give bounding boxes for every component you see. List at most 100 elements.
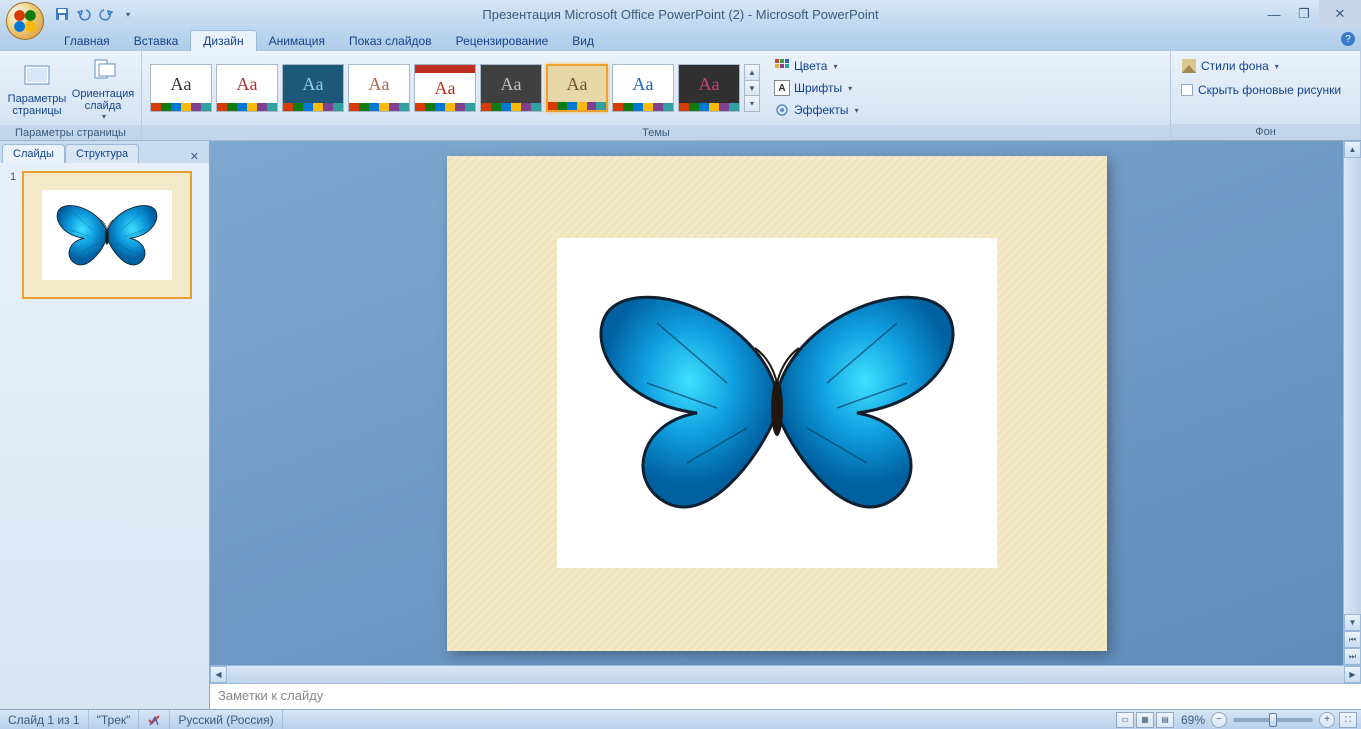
slide-thumbnail[interactable]: 1 bbox=[10, 171, 199, 299]
theme-colors-button[interactable]: Цвета▾ bbox=[770, 55, 863, 77]
checkbox-icon bbox=[1181, 84, 1193, 96]
hide-bg-label: Скрыть фоновые рисунки bbox=[1198, 83, 1341, 97]
tab-design[interactable]: Дизайн bbox=[190, 30, 256, 51]
theme-color-strip bbox=[679, 103, 739, 111]
fonts-label: Шрифты bbox=[794, 81, 842, 95]
slide-editor: ▲ ▼ ⏮ ⏭ ◀ ▶ Заметки к слайду bbox=[210, 141, 1361, 709]
view-sorter-button[interactable]: ▦ bbox=[1136, 712, 1154, 728]
theme-red[interactable]: Aa bbox=[216, 64, 278, 112]
hide-bg-graphics-checkbox[interactable]: Скрыть фоновые рисунки bbox=[1177, 79, 1345, 101]
zoom-slider[interactable] bbox=[1233, 718, 1313, 722]
tab-slideshow[interactable]: Показ слайдов bbox=[337, 31, 444, 51]
theme-preview-text: Aa bbox=[481, 65, 541, 103]
effects-label: Эффекты bbox=[794, 103, 849, 117]
page-setup-label: Параметры страницы bbox=[8, 93, 67, 117]
close-button[interactable]: ✕ bbox=[1319, 0, 1361, 28]
theme-preview-text: Aa bbox=[613, 65, 673, 103]
group-label-page-setup: Параметры страницы bbox=[0, 125, 141, 141]
zoom-out-button[interactable]: − bbox=[1211, 712, 1227, 728]
orientation-label: Ориентация слайда bbox=[72, 88, 134, 112]
scroll-track[interactable] bbox=[1344, 158, 1361, 614]
slide-orientation-button[interactable]: Ориентация слайда ▾ bbox=[72, 55, 134, 121]
theme-gallery: AaAaAaAaAaAaAaAaAa bbox=[150, 64, 740, 112]
thumbnails-area[interactable]: 1 bbox=[0, 163, 209, 709]
theme-office[interactable]: Aa bbox=[150, 64, 212, 112]
gallery-more-button[interactable]: ▾ bbox=[745, 96, 759, 111]
window-controls: — ❐ ✕ bbox=[1259, 0, 1361, 28]
theme-color-strip bbox=[283, 103, 343, 111]
gallery-up-button[interactable]: ▲ bbox=[745, 65, 759, 81]
theme-preview-text: Aa bbox=[415, 65, 475, 103]
theme-preview-text: Aa bbox=[217, 65, 277, 103]
main-area: Слайды Структура ✕ 1 ▲ bbox=[0, 141, 1361, 709]
horizontal-scrollbar[interactable]: ◀ ▶ bbox=[210, 665, 1361, 683]
slide-number: 1 bbox=[10, 171, 16, 299]
group-page-setup: Параметры страницы Ориентация слайда ▾ П… bbox=[0, 51, 142, 140]
page-setup-button[interactable]: Параметры страницы bbox=[6, 55, 68, 121]
slide-canvas[interactable] bbox=[210, 141, 1343, 665]
scroll-right-button[interactable]: ▶ bbox=[1344, 666, 1361, 683]
gallery-down-button[interactable]: ▼ bbox=[745, 81, 759, 97]
ribbon: Параметры страницы Ориентация слайда ▾ П… bbox=[0, 51, 1361, 141]
theme-magenta[interactable]: Aa bbox=[678, 64, 740, 112]
background-styles-button[interactable]: Стили фона▾ bbox=[1177, 55, 1283, 77]
tab-animation[interactable]: Анимация bbox=[257, 31, 337, 51]
tab-home[interactable]: Главная bbox=[52, 31, 122, 51]
status-bar: Слайд 1 из 1 "Трек" Русский (Россия) ▭ ▦… bbox=[0, 709, 1361, 729]
view-slideshow-button[interactable]: ▤ bbox=[1156, 712, 1174, 728]
status-theme-name: "Трек" bbox=[89, 710, 140, 729]
slides-panel: Слайды Структура ✕ 1 bbox=[0, 141, 210, 709]
theme-orange[interactable]: Aa bbox=[348, 64, 410, 112]
hscroll-track[interactable] bbox=[227, 666, 1344, 683]
theme-preview-text: Aa bbox=[349, 65, 409, 103]
theme-color-strip bbox=[349, 103, 409, 111]
office-button[interactable] bbox=[6, 2, 44, 40]
zoom-in-button[interactable]: + bbox=[1319, 712, 1335, 728]
zoom-percent[interactable]: 69% bbox=[1175, 713, 1211, 727]
theme-blue[interactable]: Aa bbox=[612, 64, 674, 112]
theme-color-strip bbox=[151, 103, 211, 111]
scroll-left-button[interactable]: ◀ bbox=[210, 666, 227, 683]
redo-button[interactable] bbox=[96, 4, 116, 24]
vertical-scrollbar[interactable]: ▲ ▼ ⏮ ⏭ bbox=[1343, 141, 1361, 665]
slide[interactable] bbox=[447, 156, 1107, 651]
prev-slide-button[interactable]: ⏮ bbox=[1344, 631, 1361, 648]
tab-insert[interactable]: Вставка bbox=[122, 31, 191, 51]
slides-panel-close[interactable]: ✕ bbox=[186, 150, 203, 163]
theme-preview-text: Aa bbox=[151, 65, 211, 103]
slide-image-placeholder[interactable] bbox=[557, 238, 997, 568]
theme-fonts-button[interactable]: A Шрифты▾ bbox=[770, 77, 863, 99]
theme-redtop[interactable]: Aa bbox=[414, 64, 476, 112]
minimize-button[interactable]: — bbox=[1259, 0, 1289, 28]
title-bar: ▾ Презентация Microsoft Office PowerPoin… bbox=[0, 0, 1361, 28]
notes-pane[interactable]: Заметки к слайду bbox=[210, 683, 1361, 709]
status-spellcheck[interactable] bbox=[139, 710, 170, 729]
theme-teal[interactable]: Aa bbox=[282, 64, 344, 112]
scroll-down-button[interactable]: ▼ bbox=[1344, 614, 1361, 631]
tab-slides[interactable]: Слайды bbox=[2, 144, 65, 163]
ribbon-tabs: Главная Вставка Дизайн Анимация Показ сл… bbox=[0, 28, 1361, 51]
maximize-button[interactable]: ❐ bbox=[1289, 0, 1319, 28]
qat-customize[interactable]: ▾ bbox=[118, 4, 138, 24]
theme-tan[interactable]: Aa bbox=[546, 64, 608, 112]
zoom-thumb[interactable] bbox=[1269, 713, 1277, 727]
view-normal-button[interactable]: ▭ bbox=[1116, 712, 1134, 728]
tab-outline[interactable]: Структура bbox=[65, 144, 139, 163]
status-language[interactable]: Русский (Россия) bbox=[170, 710, 282, 729]
theme-color-strip bbox=[415, 103, 475, 111]
theme-color-strip bbox=[613, 103, 673, 111]
theme-preview-text: Aa bbox=[283, 65, 343, 103]
save-button[interactable] bbox=[52, 4, 72, 24]
help-icon[interactable]: ? bbox=[1341, 32, 1355, 46]
undo-button[interactable] bbox=[74, 4, 94, 24]
theme-preview-text: Aa bbox=[679, 65, 739, 103]
next-slide-button[interactable]: ⏭ bbox=[1344, 648, 1361, 665]
tab-review[interactable]: Рецензирование bbox=[444, 31, 561, 51]
status-slide-counter: Слайд 1 из 1 bbox=[0, 710, 89, 729]
theme-effects-button[interactable]: Эффекты▾ bbox=[770, 99, 863, 121]
colors-label: Цвета bbox=[794, 59, 827, 73]
tab-view[interactable]: Вид bbox=[560, 31, 606, 51]
theme-dark[interactable]: Aa bbox=[480, 64, 542, 112]
fit-to-window-button[interactable]: ⛶ bbox=[1339, 712, 1357, 728]
scroll-up-button[interactable]: ▲ bbox=[1344, 141, 1361, 158]
